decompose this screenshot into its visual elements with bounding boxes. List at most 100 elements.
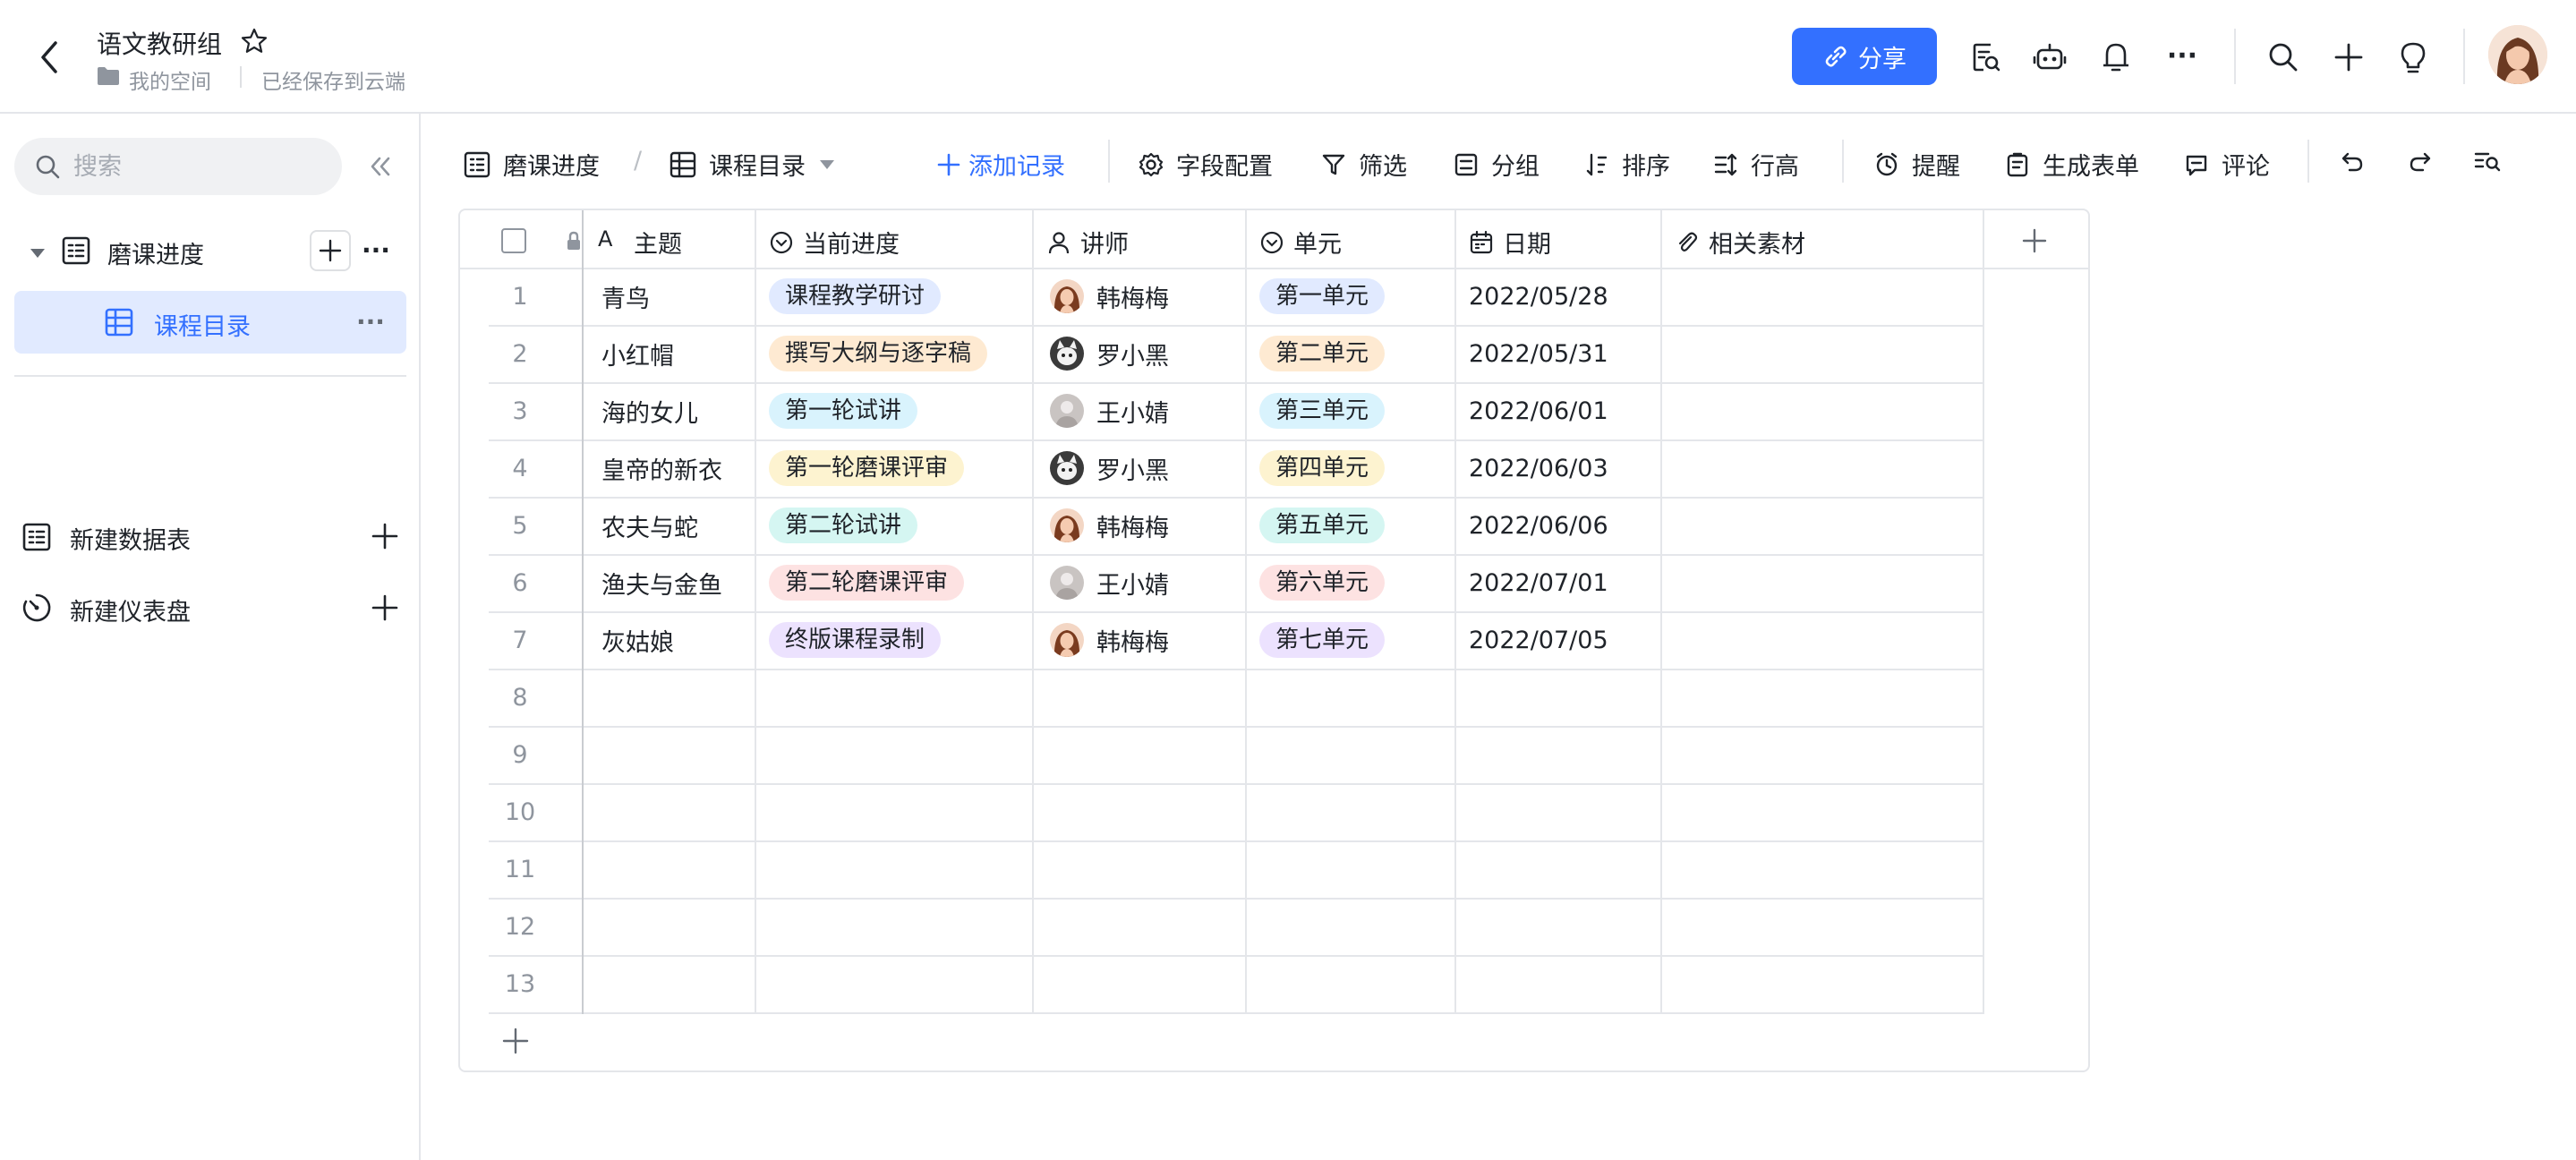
- breadcrumb-parent[interactable]: 磨课进度: [464, 147, 600, 182]
- robot-icon[interactable]: [2025, 32, 2075, 82]
- cell-unit[interactable]: 第七单元: [1259, 611, 1386, 669]
- lock-icon: [562, 230, 585, 253]
- cell-topic[interactable]: 小红帽: [601, 325, 674, 382]
- cell-unit[interactable]: 第五单元: [1259, 497, 1386, 554]
- space-link[interactable]: 我的空间: [129, 64, 211, 95]
- cell-progress[interactable]: 第一轮试讲: [769, 382, 918, 439]
- row-line: [489, 955, 1983, 957]
- cell-teacher[interactable]: 罗小黑: [1050, 325, 1169, 382]
- new-dashboard-link[interactable]: 新建仪表盘: [70, 593, 191, 627]
- bell-icon[interactable]: [2091, 32, 2141, 82]
- user-avatar[interactable]: [2488, 25, 2547, 84]
- view-more-icon[interactable]: ···: [356, 307, 385, 337]
- undo-icon[interactable]: [2340, 149, 2365, 174]
- calendar-icon: [1469, 230, 1494, 255]
- column-header[interactable]: 相关素材: [1675, 225, 1805, 260]
- single-select-icon: [769, 230, 794, 255]
- field-config-button[interactable]: 字段配置: [1139, 147, 1273, 182]
- search-icon[interactable]: [2258, 32, 2308, 82]
- caret-down-icon[interactable]: [29, 246, 47, 260]
- column-line: [1660, 210, 1662, 1014]
- cell-unit[interactable]: 第六单元: [1259, 554, 1386, 611]
- add-dashboard-icon[interactable]: [371, 593, 399, 622]
- select-all-checkbox[interactable]: [501, 228, 526, 253]
- more-icon[interactable]: ···: [2157, 30, 2207, 81]
- cell-date[interactable]: 2022/06/06: [1469, 497, 1608, 554]
- cell-progress[interactable]: 课程教学研讨: [769, 268, 942, 325]
- collapse-sidebar-icon[interactable]: [367, 153, 394, 180]
- column-header[interactable]: 日期: [1469, 225, 1551, 260]
- column-header[interactable]: 讲师: [1046, 225, 1129, 260]
- cell-topic[interactable]: 皇帝的新衣: [601, 439, 722, 497]
- cell-teacher[interactable]: 韩梅梅: [1050, 611, 1169, 669]
- plus-icon: [937, 153, 960, 175]
- back-arrow-icon[interactable]: [34, 39, 66, 75]
- plus-icon[interactable]: [2324, 32, 2374, 82]
- view-selector[interactable]: 课程目录: [670, 147, 836, 182]
- cell-unit[interactable]: 第四单元: [1259, 439, 1386, 497]
- redo-icon[interactable]: [2408, 149, 2433, 174]
- cell-topic[interactable]: 青鸟: [601, 268, 650, 325]
- share-button[interactable]: 分享: [1792, 28, 1937, 85]
- cell-unit[interactable]: 第一单元: [1259, 268, 1386, 325]
- form-icon: [2007, 152, 2028, 176]
- cell-topic[interactable]: 渔夫与金鱼: [601, 554, 722, 611]
- star-icon[interactable]: [240, 27, 269, 55]
- cell-topic[interactable]: 海的女儿: [601, 382, 698, 439]
- form-button[interactable]: 生成表单: [2005, 147, 2139, 182]
- add-record-button[interactable]: 添加记录: [936, 147, 1065, 182]
- cell-date[interactable]: 2022/05/28: [1469, 268, 1608, 325]
- filter-button[interactable]: 筛选: [1321, 147, 1407, 182]
- comment-button[interactable]: 评论: [2184, 147, 2270, 182]
- sidebar-search[interactable]: [14, 138, 342, 195]
- row-height-button[interactable]: 行高: [1713, 147, 1799, 182]
- sidebar-search-input[interactable]: [72, 151, 308, 182]
- row-number: 11: [504, 855, 536, 883]
- cell-date[interactable]: 2022/07/01: [1469, 554, 1608, 611]
- add-view-button[interactable]: [310, 230, 351, 271]
- header-divider: [2234, 29, 2236, 84]
- field-config-label: 字段配置: [1176, 153, 1273, 181]
- sort-button[interactable]: 排序: [1584, 147, 1670, 182]
- cell-topic[interactable]: 农夫与蛇: [601, 497, 698, 554]
- cell-unit[interactable]: 第二单元: [1259, 325, 1386, 382]
- form-label: 生成表单: [2043, 153, 2139, 181]
- cell-teacher[interactable]: 韩梅梅: [1050, 268, 1169, 325]
- cell-unit[interactable]: 第三单元: [1259, 382, 1386, 439]
- cell-date[interactable]: 2022/06/03: [1469, 439, 1608, 497]
- column-header[interactable]: 单元: [1259, 225, 1342, 260]
- cell-date[interactable]: 2022/05/31: [1469, 325, 1608, 382]
- column-line: [1454, 210, 1456, 1014]
- doc-info-icon[interactable]: [1960, 32, 2010, 82]
- add-column-icon[interactable]: [2021, 227, 2048, 254]
- teacher-name: 罗小黑: [1096, 456, 1169, 485]
- table-more-icon[interactable]: ···: [362, 235, 390, 265]
- cell-teacher[interactable]: 罗小黑: [1050, 439, 1169, 497]
- cell-teacher[interactable]: 王小婧: [1050, 382, 1169, 439]
- unit-tag: 第四单元: [1259, 450, 1386, 486]
- cell-teacher[interactable]: 韩梅梅: [1050, 497, 1169, 554]
- new-table-link[interactable]: 新建数据表: [70, 521, 191, 556]
- cell-teacher[interactable]: 王小婧: [1050, 554, 1169, 611]
- toolbar-divider-3: [2307, 140, 2309, 183]
- teacher-name: 王小婧: [1096, 571, 1169, 600]
- lightbulb-icon[interactable]: [2388, 32, 2438, 82]
- add-table-icon[interactable]: [371, 522, 399, 550]
- cell-progress[interactable]: 第一轮磨课评审: [769, 439, 965, 497]
- column-header-label: 日期: [1503, 231, 1551, 259]
- cell-date[interactable]: 2022/06/01: [1469, 382, 1608, 439]
- group-button[interactable]: 分组: [1454, 147, 1540, 182]
- column-header-label: 讲师: [1080, 231, 1129, 259]
- cell-progress[interactable]: 第二轮磨课评审: [769, 554, 965, 611]
- column-header[interactable]: 当前进度: [769, 225, 900, 260]
- cell-topic[interactable]: 灰姑娘: [601, 611, 674, 669]
- column-header-主题[interactable]: 主题: [634, 225, 682, 260]
- sidebar-item-磨课进度[interactable]: 磨课进度: [107, 235, 204, 270]
- cell-progress[interactable]: 第二轮试讲: [769, 497, 918, 554]
- cell-progress[interactable]: 撰写大纲与逐字稿: [769, 325, 988, 382]
- find-replace-icon[interactable]: [2474, 149, 2501, 174]
- cell-date[interactable]: 2022/07/05: [1469, 611, 1608, 669]
- remind-button[interactable]: 提醒: [1874, 147, 1960, 182]
- add-row-icon[interactable]: [501, 1027, 530, 1055]
- cell-progress[interactable]: 终版课程录制: [769, 611, 942, 669]
